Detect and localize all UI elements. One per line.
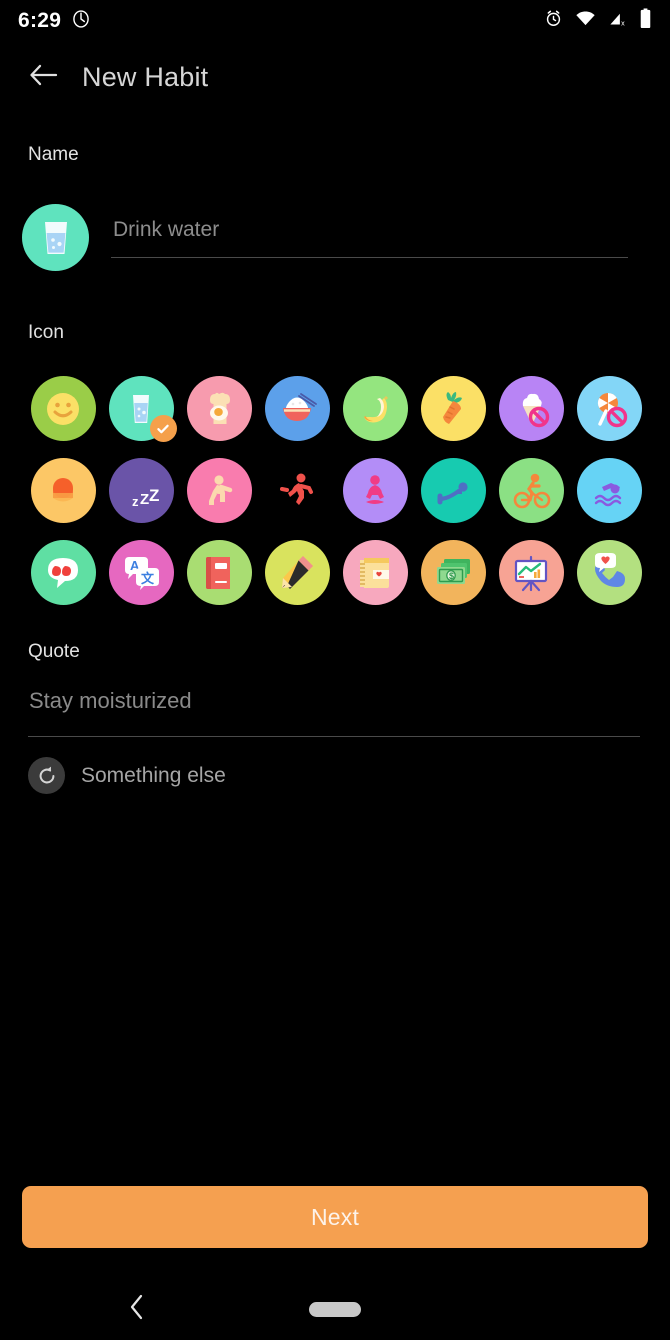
alarm-icon (544, 9, 563, 33)
name-input-underline (111, 257, 628, 258)
banana-icon (364, 395, 388, 422)
icon-option-stretching-icon[interactable] (186, 458, 252, 523)
icon-option-rice-bowl-icon[interactable] (264, 376, 330, 441)
icon-option-plank-exercise-icon[interactable] (420, 458, 486, 523)
svg-text:Z: Z (140, 491, 149, 508)
icon-option-carrot-icon[interactable] (420, 376, 486, 441)
icon-option-smiley-face-icon[interactable] (30, 376, 96, 441)
icon-option-egg-toast-icon[interactable] (186, 376, 252, 441)
pencil-icon (282, 555, 313, 589)
money-icon: $ (437, 558, 470, 584)
icon-option-book-icon[interactable] (186, 540, 252, 605)
icon-option-translate-icon[interactable]: A文 (108, 540, 174, 605)
svg-text:文: 文 (141, 571, 155, 586)
icon-option-presentation-icon[interactable] (498, 540, 564, 605)
name-section-label: Name (28, 144, 79, 165)
presentation-icon (514, 555, 548, 591)
running-icon (280, 473, 313, 505)
battery-icon (639, 8, 652, 34)
icon-section-label: Icon (28, 322, 64, 343)
swimming-icon (594, 482, 622, 506)
status-bar-right: x (544, 8, 652, 34)
app-bar: New Habit (0, 46, 670, 108)
wifi-icon (575, 9, 596, 33)
call-heart-icon (595, 552, 625, 587)
icon-option-sleep-moon-icon[interactable]: zZZ (108, 458, 174, 523)
quote-bubble-icon (48, 557, 78, 588)
carrot-icon (443, 391, 462, 424)
quote-field (28, 688, 640, 737)
name-row (22, 204, 648, 271)
translate-icon: A文 (125, 556, 159, 590)
svg-text:z: z (132, 494, 139, 509)
next-button[interactable]: Next (22, 1186, 648, 1248)
icon-option-swimming-icon[interactable] (576, 458, 642, 523)
name-input-wrap (111, 204, 648, 258)
nav-back-button[interactable] (128, 1293, 146, 1326)
icon-option-yoga-icon[interactable] (342, 458, 408, 523)
stretching-icon (209, 474, 233, 505)
sleep-moon-icon: zZZ (132, 474, 159, 509)
cycling-icon (513, 473, 551, 508)
quote-section-label: Quote (28, 641, 80, 662)
something-else-label: Something else (81, 763, 226, 787)
app-screen: 6:29 x New Habit Name Drink water Icon z… (0, 0, 670, 1340)
egg-toast-icon (210, 392, 230, 424)
icon-grid: z Z Z A 文 $ (24, 376, 648, 605)
quote-input[interactable] (28, 688, 640, 736)
quote-input-underline (28, 736, 640, 737)
selected-check-icon (149, 415, 177, 442)
icon-option-water-glass-icon[interactable] (108, 376, 177, 442)
page-title: New Habit (82, 61, 209, 92)
rice-bowl-icon (283, 392, 317, 421)
icon-option-banana-icon[interactable] (342, 376, 408, 441)
no-lollipop-icon (597, 392, 628, 427)
system-nav-bar (0, 1278, 670, 1340)
icon-option-call-heart-icon[interactable] (576, 540, 642, 605)
icon-option-running-icon[interactable] (265, 458, 330, 523)
yoga-icon (366, 474, 384, 504)
icon-option-diary-icon[interactable] (342, 540, 408, 605)
cell-signal-off-icon: x (608, 9, 627, 33)
svg-text:$: $ (449, 571, 454, 581)
habit-avatar-button[interactable] (22, 204, 89, 271)
icon-option-pencil-icon[interactable] (264, 540, 330, 605)
arrow-left-icon (28, 62, 58, 93)
status-bar-left: 6:29 (18, 9, 91, 34)
icon-option-money-icon[interactable]: $ (420, 540, 486, 605)
plank-exercise-icon (437, 481, 468, 504)
water-glass-icon (44, 221, 67, 254)
sunrise-icon (53, 477, 73, 501)
refresh-icon (28, 757, 65, 794)
icon-option-cycling-icon[interactable] (498, 458, 564, 523)
icon-option-no-lollipop-icon[interactable] (576, 376, 642, 441)
icon-option-quote-bubble-icon[interactable] (30, 540, 96, 605)
smiley-face-icon (47, 392, 79, 425)
something-else-button[interactable]: Something else (28, 757, 226, 794)
name-input[interactable] (111, 218, 648, 258)
svg-text:Z: Z (149, 486, 159, 505)
status-time: 6:29 (18, 9, 62, 32)
status-bar: 6:29 x (0, 0, 670, 42)
icon-option-no-ice-cream-icon[interactable] (498, 376, 564, 441)
svg-text:x: x (621, 20, 625, 28)
phone-rotate-icon (71, 9, 91, 34)
nav-home-handle[interactable] (309, 1301, 361, 1317)
icon-option-sunrise-icon[interactable] (30, 458, 96, 523)
diary-icon (360, 557, 389, 588)
no-ice-cream-icon (522, 393, 550, 427)
back-button[interactable] (26, 60, 60, 94)
book-icon (206, 556, 230, 589)
